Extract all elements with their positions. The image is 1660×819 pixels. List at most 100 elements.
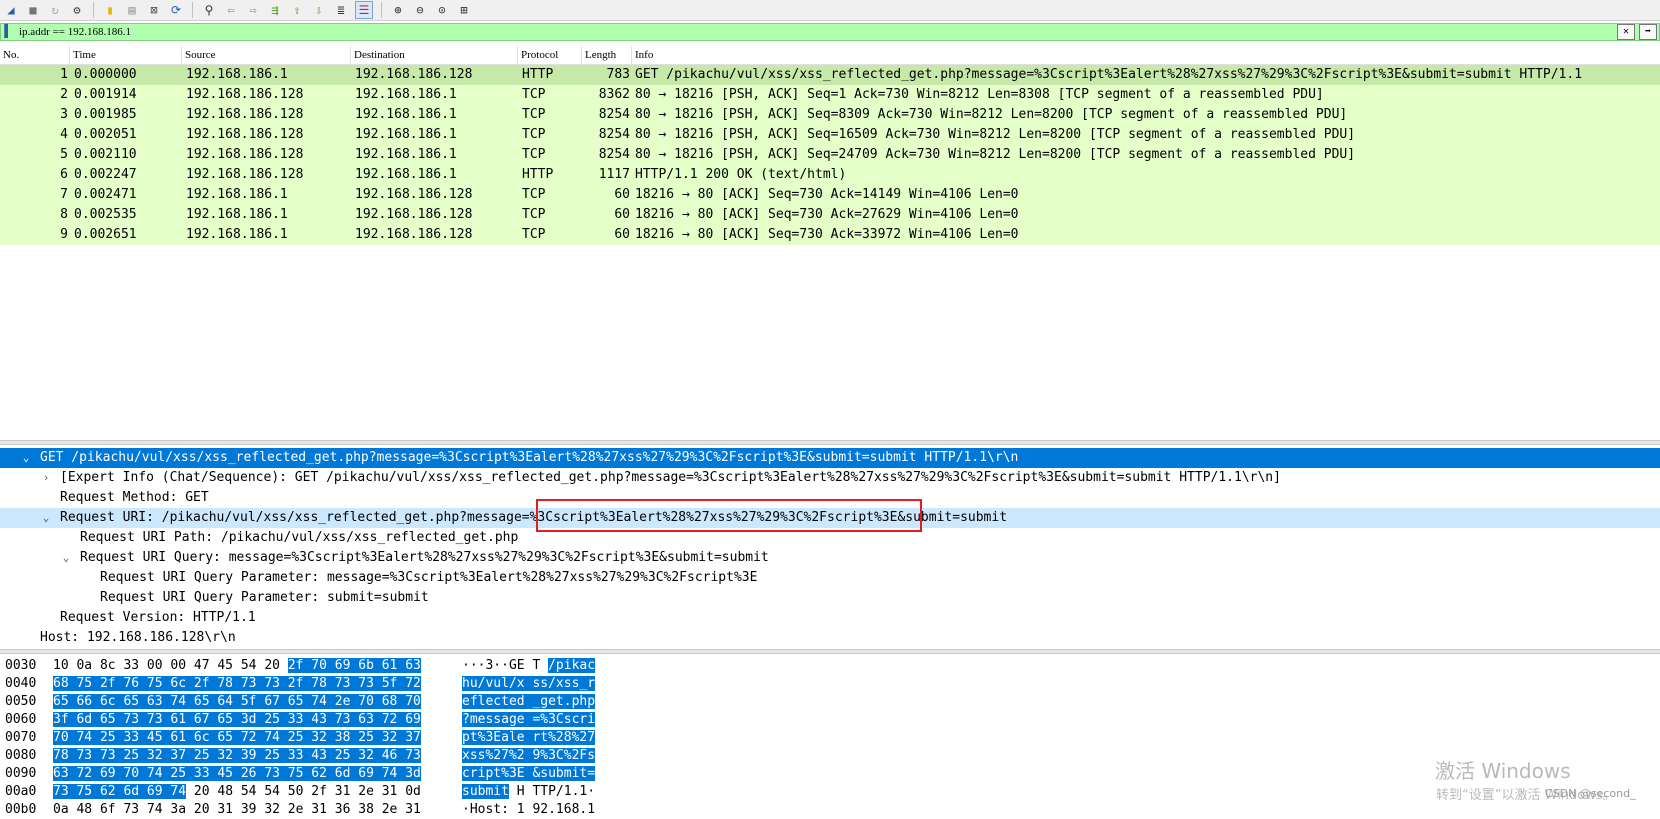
packet-source: 192.168.186.1 (186, 207, 288, 222)
packet-row[interactable]: 7 0.002471 192.168.186.1 192.168.186.128… (0, 185, 1660, 205)
packet-length: 60 (614, 227, 630, 242)
go-to-packet-icon[interactable]: ⇶ (267, 2, 283, 18)
stop-icon[interactable]: ■ (25, 2, 41, 18)
column-header-length[interactable]: Length (582, 46, 632, 64)
detail-query-parameter[interactable]: Request URI Query Parameter: submit=subm… (0, 588, 1660, 608)
column-header-time[interactable]: Time (70, 46, 182, 64)
pane-splitter[interactable] (0, 440, 1660, 445)
bytes-offset: 00b0 (5, 802, 37, 817)
packet-length: 8254 (598, 147, 630, 162)
packet-protocol: HTTP (522, 67, 554, 82)
packet-row[interactable]: 4 0.002051 192.168.186.128 192.168.186.1… (0, 125, 1660, 145)
back-icon[interactable]: ⇦ (223, 2, 239, 18)
restart-icon[interactable]: ↻ (47, 2, 63, 18)
column-header-protocol[interactable]: Protocol (518, 46, 582, 64)
collapse-arrow-icon[interactable]: ⌄ (40, 508, 52, 528)
bytes-ascii-selected: submit (462, 784, 509, 799)
bytes-ascii-selected: xss%27%2 9%3C%2Fs (462, 748, 596, 763)
packet-row[interactable]: 2 0.001914 192.168.186.128 192.168.186.1… (0, 85, 1660, 105)
forward-icon[interactable]: ⇨ (245, 2, 261, 18)
reload-icon[interactable]: ⟳ (168, 2, 184, 18)
bytes-offset: 0050 (5, 694, 37, 709)
packet-source: 192.168.186.128 (186, 147, 304, 162)
column-header-info[interactable]: Info (632, 46, 1660, 64)
bytes-hex-selected: 68 75 2f 76 75 6c 2f 78 73 73 2f 78 73 7… (53, 676, 421, 691)
collapse-arrow-icon[interactable]: ⌄ (20, 448, 32, 468)
packet-row[interactable]: 1 0.000000 192.168.186.1 192.168.186.128… (0, 65, 1660, 85)
detail-host[interactable]: Host: 192.168.186.128\r\n (0, 628, 1660, 648)
close-file-icon[interactable]: ⊠ (146, 2, 162, 18)
bytes-hex-selected: 73 75 62 6d 69 74 (53, 784, 187, 799)
packet-row[interactable]: 6 0.002247 192.168.186.128 192.168.186.1… (0, 165, 1660, 185)
zoom-out-icon[interactable]: ⊖ (412, 2, 428, 18)
first-packet-icon[interactable]: ⇧ (289, 2, 305, 18)
packet-no: 2 (60, 87, 68, 102)
packet-row[interactable]: 8 0.002535 192.168.186.1 192.168.186.128… (0, 205, 1660, 225)
find-icon[interactable]: ⚲ (201, 2, 217, 18)
clear-filter-icon[interactable]: ✕ (1617, 24, 1635, 40)
toolbar-separator (381, 2, 382, 18)
detail-text: Request URI Path: /pikachu/vul/xss/xss_r… (80, 530, 519, 545)
packet-protocol: TCP (522, 187, 546, 202)
detail-text: Request URI Query Parameter: submit=subm… (100, 590, 429, 605)
bytes-offset: 00a0 (5, 784, 37, 799)
packet-destination: 192.168.186.128 (355, 227, 473, 242)
detail-expert-info[interactable]: › [Expert Info (Chat/Sequence): GET /pik… (0, 468, 1660, 488)
bytes-ascii-selected: eflected _get.php (462, 694, 596, 709)
collapse-arrow-icon[interactable]: ⌄ (60, 548, 72, 568)
detail-query-parameter[interactable]: Request URI Query Parameter: message=%3C… (0, 568, 1660, 588)
detail-uri-query[interactable]: ⌄ Request URI Query: message=%3Cscript%3… (0, 548, 1660, 568)
column-header-destination[interactable]: Destination (351, 46, 518, 64)
save-icon[interactable]: ▤ (124, 2, 140, 18)
open-file-icon[interactable]: ▮ (102, 2, 118, 18)
csdn-watermark: CSDN @second_ (1545, 787, 1636, 800)
packet-destination: 192.168.186.1 (355, 127, 457, 142)
pane-splitter[interactable] (0, 649, 1660, 654)
bytes-offset: 0090 (5, 766, 37, 781)
apply-filter-icon[interactable]: ➡ (1639, 24, 1657, 40)
packet-row[interactable]: 3 0.001985 192.168.186.128 192.168.186.1… (0, 105, 1660, 125)
packet-row[interactable]: 5 0.002110 192.168.186.128 192.168.186.1… (0, 145, 1660, 165)
detail-text: Request URI Query Parameter: message=%3C… (100, 570, 758, 585)
packet-info: 80 → 18216 [PSH, ACK] Seq=16509 Ack=730 … (635, 127, 1356, 142)
column-header-source[interactable]: Source (182, 46, 351, 64)
bytes-offset: 0060 (5, 712, 37, 727)
bookmark-icon[interactable]: ▌ (1, 24, 15, 40)
packet-list: 1 0.000000 192.168.186.1 192.168.186.128… (0, 65, 1660, 440)
packet-row[interactable]: 9 0.002651 192.168.186.1 192.168.186.128… (0, 225, 1660, 245)
main-toolbar: ◢ ■ ↻ ⚙ ▮ ▤ ⊠ ⟳ ⚲ ⇦ ⇨ ⇶ ⇧ ⇩ ≣ ☰ ⊕ ⊖ ⊙ ⊞ (0, 0, 1660, 21)
bytes-hex-selected: 65 66 6c 65 63 74 65 64 5f 67 65 74 2e 7… (53, 694, 421, 709)
toolbar-separator (93, 2, 94, 18)
highlight-annotation-box (536, 499, 922, 532)
options-icon[interactable]: ⚙ (69, 2, 85, 18)
shark-fin-icon[interactable]: ◢ (3, 2, 19, 18)
packet-info: HTTP/1.1 200 OK (text/html) (635, 167, 847, 182)
packet-time: 0.002051 (74, 127, 137, 142)
detail-request-line[interactable]: ⌄ GET /pikachu/vul/xss/xss_reflected_get… (0, 448, 1660, 468)
autoscroll-icon[interactable]: ≣ (333, 2, 349, 18)
zoom-in-icon[interactable]: ⊕ (390, 2, 406, 18)
packet-length: 1117 (598, 167, 630, 182)
display-filter-input[interactable] (15, 25, 1615, 39)
expand-arrow-icon[interactable]: › (40, 468, 52, 488)
column-header-no[interactable]: No. (0, 46, 70, 64)
packet-length: 8254 (598, 107, 630, 122)
normal-size-icon[interactable]: ⊙ (434, 2, 450, 18)
bytes-ascii-selected: ?message =%3Cscri (462, 712, 596, 727)
bytes-ascii: ·Host: 1 92.168.1 (462, 802, 596, 817)
packet-protocol: TCP (522, 107, 546, 122)
resize-columns-icon[interactable]: ⊞ (456, 2, 472, 18)
packet-no: 9 (60, 227, 68, 242)
packet-info: GET /pikachu/vul/xss/xss_reflected_get.p… (635, 67, 1583, 82)
packet-info: 18216 → 80 [ACK] Seq=730 Ack=33972 Win=4… (635, 227, 1019, 242)
colorize-icon[interactable]: ☰ (355, 1, 373, 19)
detail-text: Request URI Query: message=%3Cscript%3Ea… (80, 550, 769, 565)
packet-length: 8254 (598, 127, 630, 142)
last-packet-icon[interactable]: ⇩ (311, 2, 327, 18)
packet-protocol: TCP (522, 127, 546, 142)
detail-request-version[interactable]: Request Version: HTTP/1.1 (0, 608, 1660, 628)
packet-destination: 192.168.186.1 (355, 87, 457, 102)
packet-details-pane: ⌄ GET /pikachu/vul/xss/xss_reflected_get… (0, 448, 1660, 648)
packet-time: 0.001914 (74, 87, 137, 102)
bytes-ascii-selected: hu/vul/x ss/xss_r (462, 676, 596, 691)
